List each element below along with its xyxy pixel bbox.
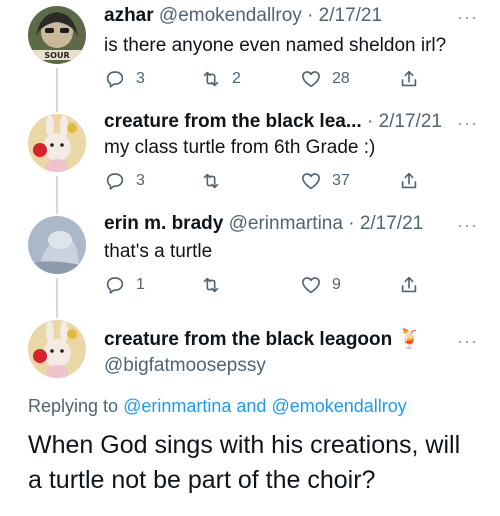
more-icon[interactable]: ··· [457,216,478,234]
like-icon [301,277,321,294]
thread-line [56,306,58,318]
reply-count: 3 [136,70,145,87]
handle[interactable]: @erinmartina [229,213,343,234]
replying-to: Replying to @erinmartina and @emokendall… [28,396,407,417]
mention-link[interactable]: @erinmartina [123,396,231,416]
retweet-count: 2 [232,70,241,87]
like-count: 28 [332,70,350,87]
thread-line [56,206,58,214]
more-icon[interactable]: ··· [457,332,478,350]
tweet-header: azhar @emokendallroy · 2/17/21 [104,4,382,28]
share-button[interactable] [398,68,420,90]
tweet-actions: 3 2 28 [104,68,434,92]
share-button[interactable] [398,170,420,192]
reply-button[interactable]: 1 [104,274,145,296]
reply-icon [106,173,124,190]
avatar-badge: SOUR [44,51,69,60]
tweet-header: creature from the black lea... · 2/17/21 [104,110,442,134]
tweet-actions: 1 9 [104,274,434,298]
tweet-3[interactable]: erin m. brady @erinmartina · 2/17/21 ···… [0,206,500,316]
timestamp[interactable]: 2/17/21 [319,5,382,26]
tweet-header: creature from the black leagoon 🍹 [104,328,421,352]
separator: · [348,213,355,234]
main-tweet-text: When God sings with his creations, will … [28,428,488,498]
tweet-header: erin m. brady @erinmartina · 2/17/21 [104,212,423,236]
tweet-2[interactable]: creature from the black lea... · 2/17/21… [0,104,500,208]
avatar-image [28,216,86,274]
reply-icon [106,71,124,88]
share-icon [401,172,417,189]
more-icon[interactable]: ··· [457,114,478,132]
retweet-button[interactable] [200,170,232,192]
like-button[interactable]: 9 [300,274,341,296]
tweet-text: that's a turtle [104,241,213,262]
main-tweet-text-line: a turtle not be part of the choir? [28,466,376,494]
tweet-actions: 3 37 [104,170,434,194]
drink-emoji: 🍹 [397,329,422,350]
avatar-image: SOUR [28,6,86,64]
display-name[interactable]: creature from the black leagoon [104,329,392,350]
thread-line [56,104,58,112]
timestamp[interactable]: 2/17/21 [379,111,442,132]
thread-line [56,176,58,208]
like-icon [301,71,321,88]
avatar[interactable] [28,114,86,172]
like-icon [301,173,321,190]
replying-prefix: Replying to [28,396,119,416]
share-icon [401,70,417,87]
reply-count: 1 [136,276,145,293]
handle[interactable]: @emokendallroy [159,5,302,26]
share-button[interactable] [398,274,420,296]
retweet-button[interactable]: 2 [200,68,241,90]
avatar-image [28,320,86,378]
thread-line [56,68,58,108]
like-count: 37 [332,172,350,189]
retweet-icon [203,71,219,87]
more-icon[interactable]: ··· [457,8,478,26]
like-button[interactable]: 28 [300,68,350,90]
display-name[interactable]: azhar [104,5,154,26]
tweet-text: is there anyone even named sheldon irl? [104,35,447,56]
avatar[interactable] [28,216,86,274]
reply-button[interactable]: 3 [104,170,145,192]
like-button[interactable]: 37 [300,170,350,192]
avatar[interactable]: SOUR [28,6,86,64]
replying-and: and [236,396,267,416]
tweet-text: my class turtle from 6th Grade :) [104,137,376,158]
retweet-icon [203,277,219,293]
reply-count: 3 [136,172,145,189]
retweet-button[interactable] [200,274,232,296]
display-name[interactable]: creature from the black lea... [104,111,362,132]
separator: · [366,111,374,132]
separator: · [307,5,314,26]
timestamp[interactable]: 2/17/21 [360,213,423,234]
reply-icon [106,277,124,294]
share-icon [401,276,417,293]
tweet-1[interactable]: SOUR azhar @emokendallroy · 2/17/21 ··· … [0,0,500,108]
reply-button[interactable]: 3 [104,68,145,90]
main-tweet-text-line: When God sings with his creations, will [28,431,461,459]
mention-link[interactable]: @emokendallroy [271,396,406,416]
handle[interactable]: @bigfatmoosepssy [104,354,266,378]
avatar[interactable] [28,320,86,378]
display-name[interactable]: erin m. brady [104,213,223,234]
retweet-icon [203,173,219,189]
like-count: 9 [332,276,341,293]
avatar-image [28,114,86,172]
